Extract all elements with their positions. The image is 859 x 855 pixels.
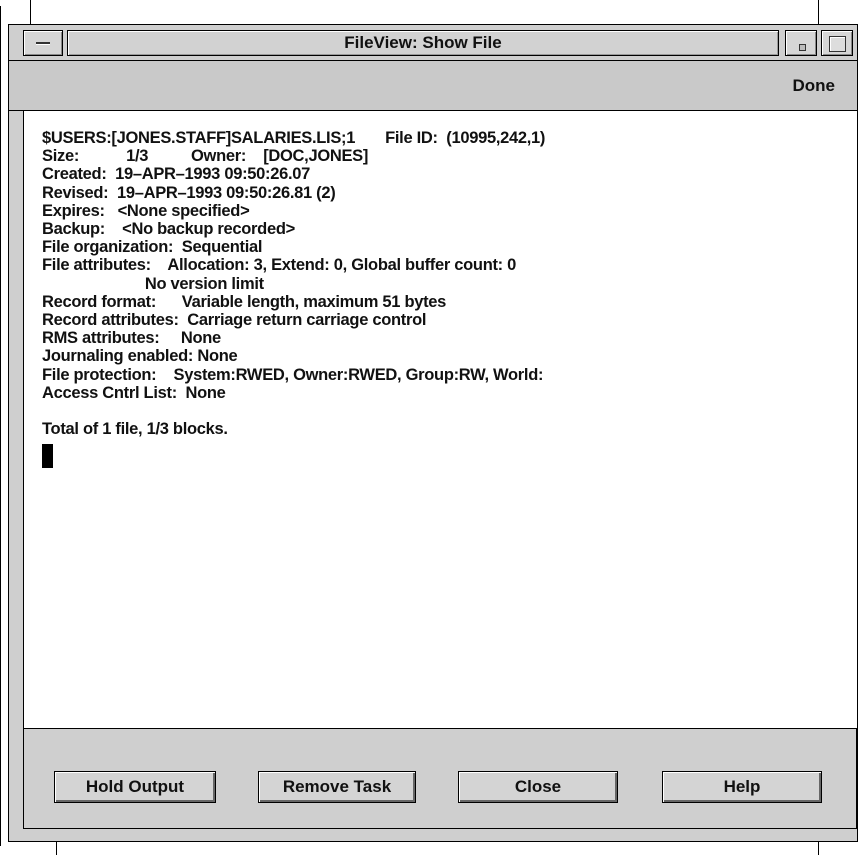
output-line: Journaling enabled: None [42,347,238,366]
fileview-window: FileView: Show File Done $USERS:[JONES.S… [8,24,858,842]
output-line: Created: 19–APR–1993 09:50:26.07 [42,165,311,184]
close-button[interactable]: Close [458,771,618,803]
done-menu-item[interactable]: Done [793,76,836,96]
remove-task-button[interactable]: Remove Task [258,771,416,803]
maximize-button[interactable] [821,30,853,56]
outer-frame-tick-top-right [818,0,819,24]
output-line: Revised: 19–APR–1993 09:50:26.81 (2) [42,183,336,202]
outer-frame-tick-bottom-left [56,842,57,855]
output-text-area[interactable]: $USERS:[JONES.STAFF]SALARIES.LIS;1 File … [23,111,857,729]
button-panel: Hold Output Remove Task Close Help [9,729,857,841]
output-line: Access Cntrl List: None [42,383,226,402]
output-line: RMS attributes: None [42,329,221,348]
title-bar[interactable]: FileView: Show File [9,25,857,61]
output-line: Total of 1 file, 1/3 blocks. [42,420,228,439]
outer-frame-left [0,6,1,846]
help-button[interactable]: Help [662,771,822,803]
output-line: Expires: <None specified> [42,201,250,220]
output-line: Record format: Variable length, maximum … [42,292,447,311]
window-menu-icon [36,42,50,45]
menu-bar: Done [9,61,857,111]
output-line: No version limit [42,274,264,293]
output-line: File protection: System:RWED, Owner:RWED… [42,365,544,384]
output-line: Size: 1/3 Owner: [DOC,JONES] [42,147,369,166]
hold-output-button[interactable]: Hold Output [54,771,216,803]
outer-frame-tick-bottom-right [818,842,819,855]
output-line: $USERS:[JONES.STAFF]SALARIES.LIS;1 File … [42,129,546,147]
text-cursor [42,444,53,469]
output-line: File attributes: Allocation: 3, Extend: … [42,256,517,275]
minimize-icon [799,44,806,51]
outer-frame-tick-top-left [30,0,31,24]
window-title: FileView: Show File [67,30,779,56]
minimize-button[interactable] [785,30,817,56]
maximize-icon [829,36,846,52]
output-line: File organization: Sequential [42,238,263,257]
output-line: Record attributes: Carriage return carri… [42,311,427,330]
output-line: Backup: <No backup recorded> [42,220,295,239]
window-menu-button[interactable] [23,30,63,56]
button-panel-frame: Hold Output Remove Task Close Help [23,729,857,829]
output-lines: $USERS:[JONES.STAFF]SALARIES.LIS;1 File … [42,129,857,438]
